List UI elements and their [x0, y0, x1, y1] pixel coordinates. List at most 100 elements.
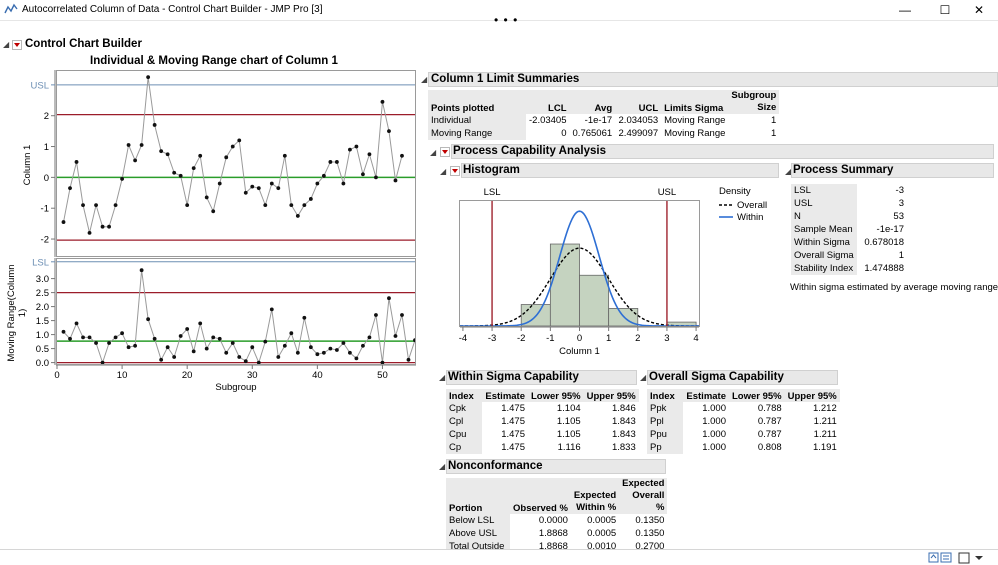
cell: Moving Range [428, 127, 526, 140]
histogram-annotations: LSL USL -4 -3 -2 -1 0 1 2 3 4 Column 1 Density Overal… [459, 186, 767, 357]
histogram-triangle-icon[interactable]: ◢ [440, 167, 446, 177]
y-tick-label: -1 [41, 204, 49, 215]
data-point [367, 152, 372, 157]
data-point [68, 336, 72, 341]
data-point [185, 203, 190, 208]
home-up-icon[interactable] [928, 552, 939, 563]
within-capability-header[interactable]: Within Sigma Capability [446, 370, 637, 385]
cell: Ppl [647, 415, 683, 428]
cell: Within Sigma [791, 236, 857, 249]
data-point [374, 313, 378, 317]
cell: 0.765061 [572, 128, 613, 139]
data-point [276, 355, 281, 359]
checkbox-icon[interactable] [958, 552, 970, 564]
col-ucl: UCL [638, 103, 659, 114]
histogram-header[interactable]: Histogram [461, 163, 779, 178]
cell: 0.0000 [538, 515, 568, 526]
cell: Stability Index [791, 262, 857, 275]
within-capability-title: Within Sigma Capability [448, 371, 579, 383]
data-point [68, 186, 72, 191]
data-point [172, 355, 177, 359]
close-button[interactable]: ✕ [960, 0, 998, 20]
col-lower: Lower 95% [732, 391, 782, 402]
limit-summaries-header[interactable]: Column 1 Limit Summaries [428, 72, 998, 87]
capability-red-menu-icon[interactable] [440, 147, 450, 157]
data-point [152, 123, 157, 127]
data-point [315, 181, 320, 186]
nonconformance-header[interactable]: Nonconformance [446, 459, 666, 474]
data-point [146, 317, 151, 322]
cell: Above USL [446, 527, 510, 540]
nonconformance-triangle-icon[interactable]: ◢ [439, 462, 445, 472]
table-header-row: Index Estimate Lower 95% Upper 95% [647, 389, 840, 402]
more-options-icon[interactable]: • • • [494, 14, 518, 26]
data-point [120, 331, 124, 336]
collapse-triangle-icon[interactable]: ◢ [3, 40, 9, 50]
cell: 1.211 [813, 416, 837, 427]
histogram-title: Histogram [463, 164, 520, 176]
cell: 1 [770, 115, 777, 126]
col-estimate: Estimate [686, 391, 726, 402]
limit-summaries-triangle-icon[interactable]: ◢ [421, 75, 427, 85]
cell: 2.499097 [618, 128, 659, 139]
cell: 1.105 [556, 429, 581, 440]
cell: Individual [428, 114, 526, 127]
data-point [334, 160, 339, 164]
maximize-button[interactable]: ☐ [926, 0, 964, 20]
data-point [120, 177, 124, 181]
hist-x-tick-label: 4 [693, 333, 698, 344]
cell: 1.475 [501, 429, 525, 440]
cell: 0.787 [757, 416, 782, 427]
data-point [354, 356, 359, 361]
capability-title: Process Capability Analysis [453, 145, 606, 157]
data-point [361, 172, 365, 177]
within-triangle-icon[interactable]: ◢ [439, 373, 445, 383]
cell: 1.8868 [538, 528, 568, 539]
data-point [74, 321, 79, 326]
table-row: Ppk 1.000 0.788 1.212 [647, 402, 840, 415]
table-header-row: Portion Observed % Expected Within % Exp… [446, 478, 668, 514]
minimize-button[interactable]: — [886, 0, 924, 20]
cell: Ppk [647, 402, 683, 415]
cell: 1.191 [812, 442, 837, 453]
data-point [374, 175, 378, 180]
individual-chart [57, 75, 415, 241]
data-point [289, 203, 294, 208]
data-point [387, 129, 391, 134]
process-summary-header[interactable]: Process Summary [791, 163, 994, 178]
dropdown-arrow-icon[interactable] [975, 556, 983, 560]
control-chart-builder-title: Control Chart Builder [25, 38, 142, 50]
cell: 0.0005 [587, 515, 617, 526]
overall-triangle-icon[interactable]: ◢ [640, 373, 646, 383]
data-point [224, 350, 229, 355]
capability-header[interactable]: Process Capability Analysis [451, 144, 994, 159]
data-point [315, 352, 320, 357]
col-expected-within: Expected Within % [573, 490, 617, 513]
histogram-red-menu-icon[interactable] [450, 166, 460, 176]
data-point [133, 343, 138, 348]
capability-triangle-icon[interactable]: ◢ [430, 148, 436, 158]
red-menu-icon[interactable] [12, 40, 22, 50]
status-bar-icons [928, 552, 983, 564]
data-point [198, 321, 203, 326]
data-point [100, 224, 105, 229]
data-point [328, 346, 333, 351]
cell: 1 [770, 128, 777, 139]
moving-range-plot-frame[interactable] [56, 258, 417, 365]
data-point [393, 178, 398, 183]
overall-capability-header[interactable]: Overall Sigma Capability [647, 370, 838, 385]
individual-y-label: Column 1 [22, 145, 33, 186]
list-icon[interactable] [940, 552, 952, 563]
individual-plot-frame[interactable] [56, 70, 416, 257]
y-tick-label: 0 [44, 173, 49, 184]
data-point [282, 343, 287, 348]
cell: Cpk [446, 402, 482, 415]
data-point [113, 335, 118, 340]
cell: 1.474888 [864, 263, 904, 274]
data-point [165, 152, 170, 157]
moving-range-y-label: Moving Range(Column1) [6, 264, 28, 361]
spec-label-lsl: LSL [484, 187, 501, 198]
table-header-row: Index Estimate Lower 95% Upper 95% [446, 389, 639, 402]
col-points-plotted: Points plotted [431, 103, 495, 114]
cell: Cp [446, 441, 482, 454]
